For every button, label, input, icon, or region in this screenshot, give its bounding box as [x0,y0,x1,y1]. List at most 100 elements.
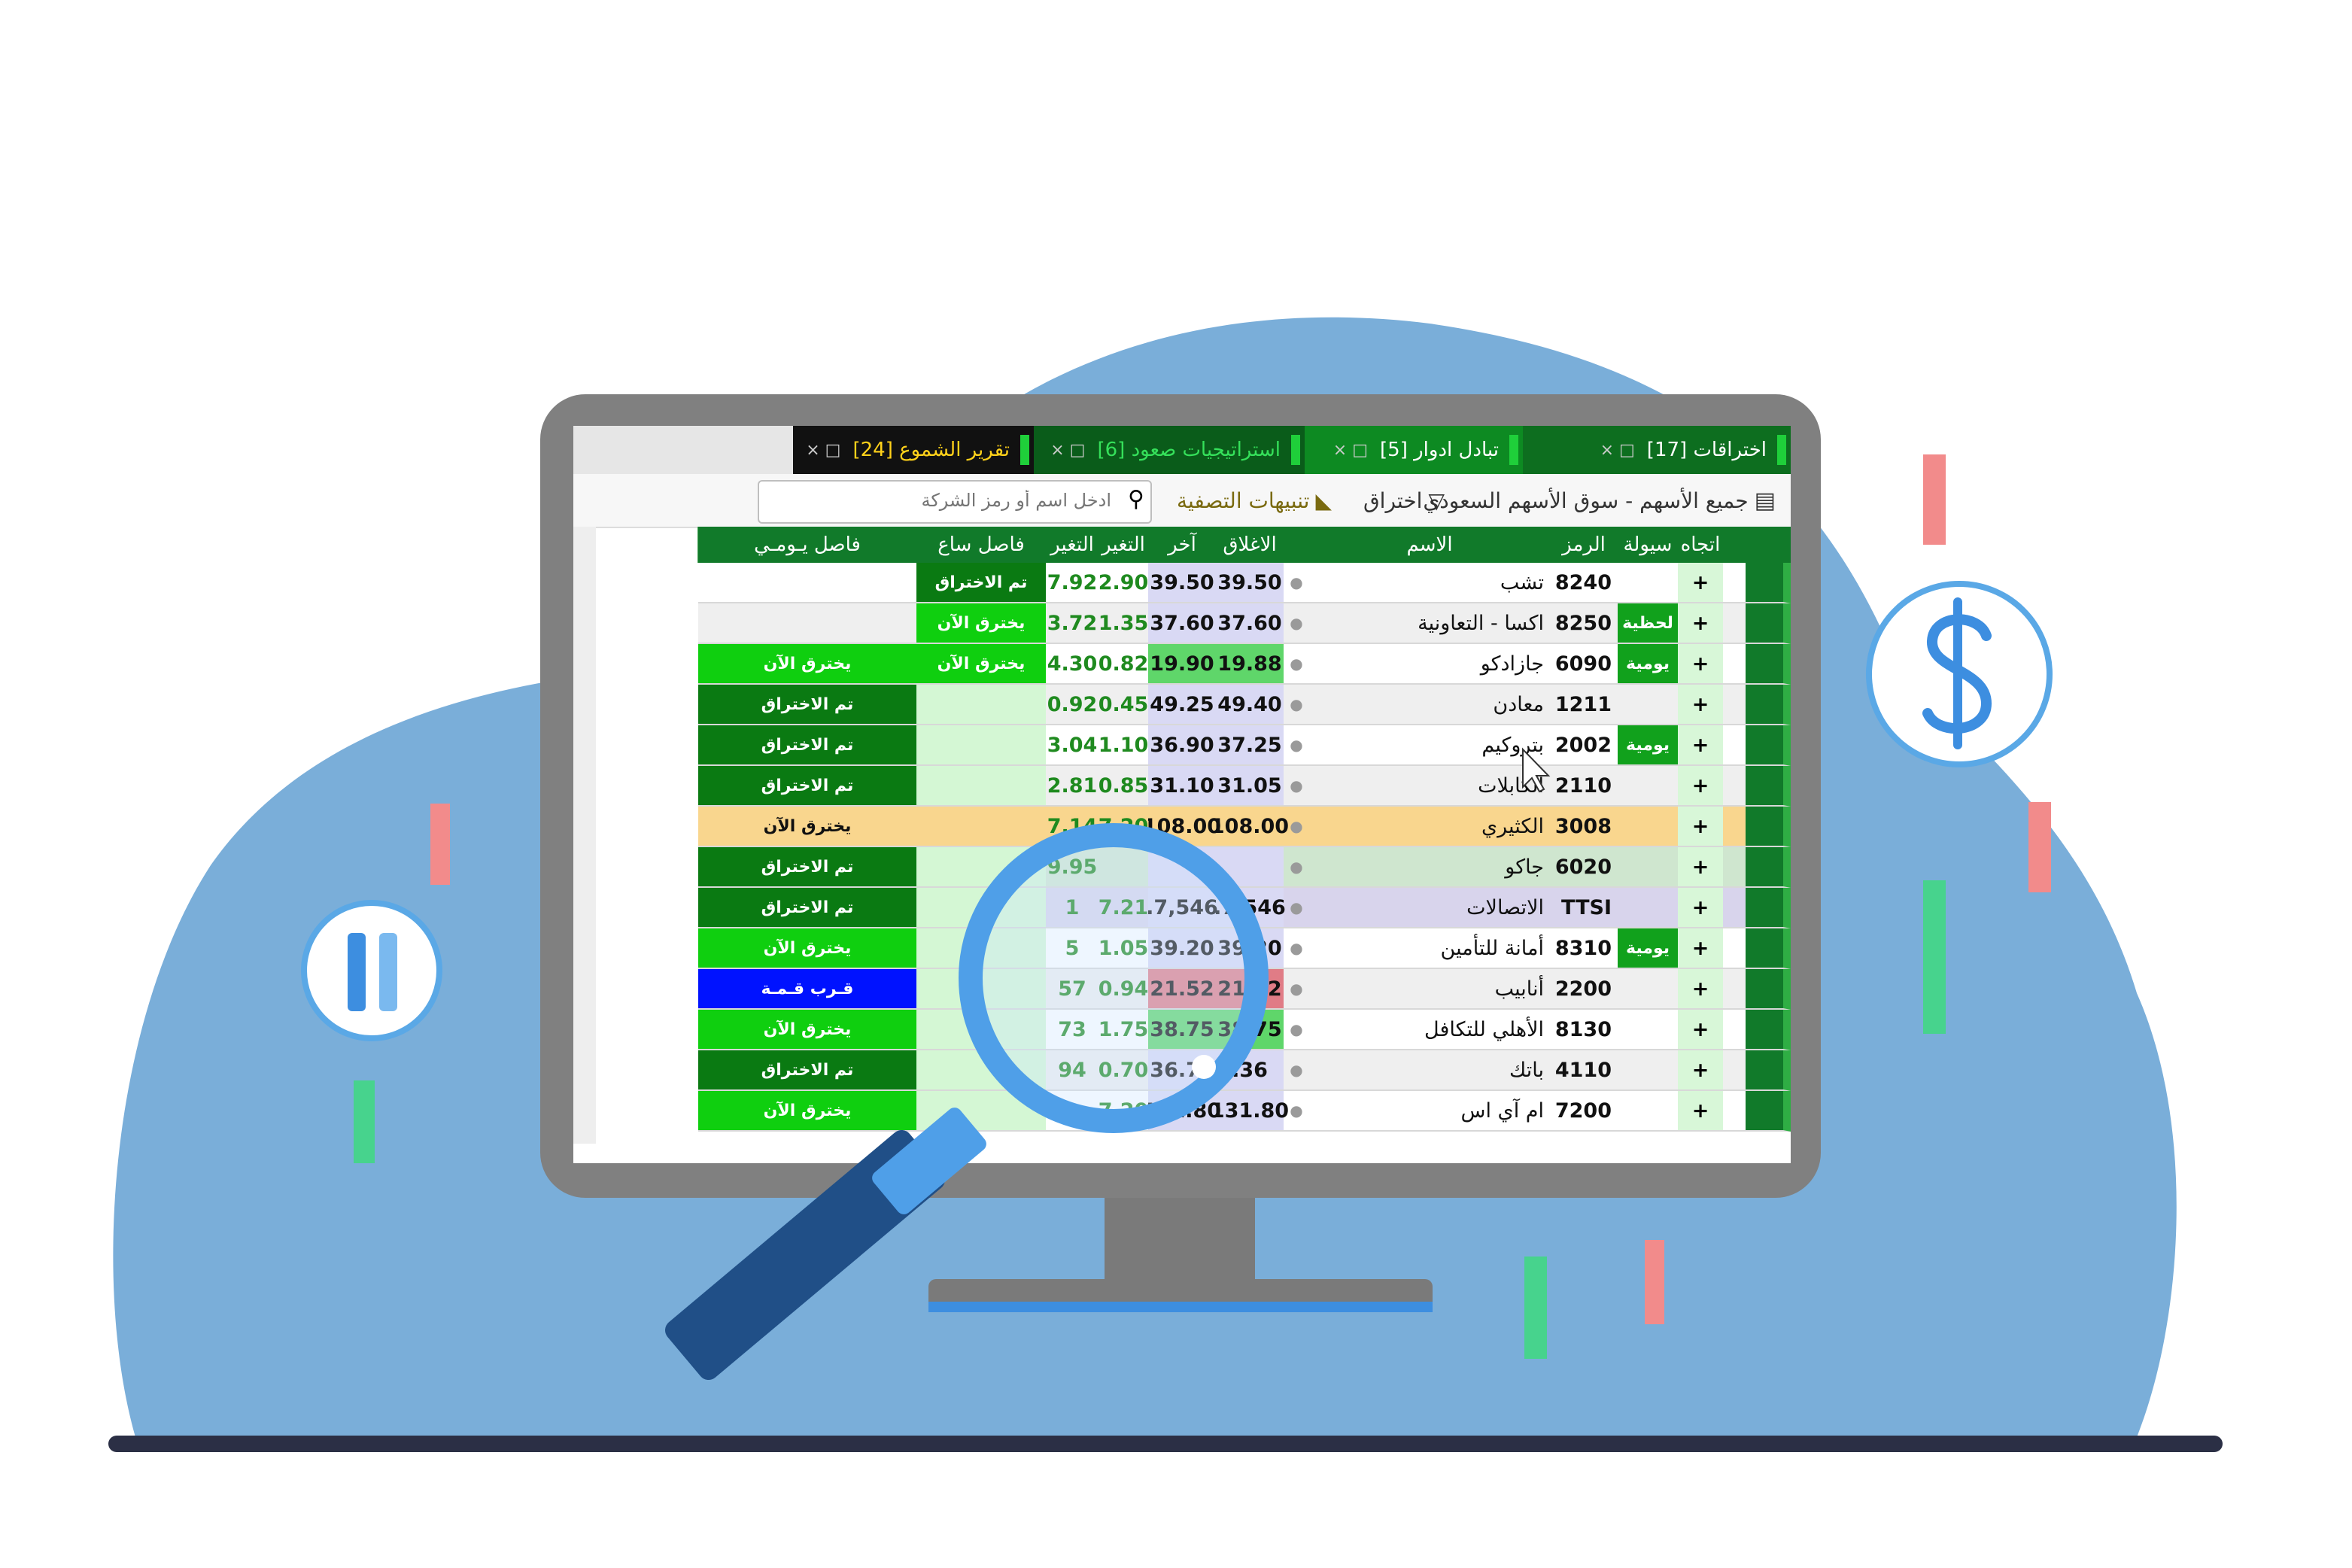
cell-liquidity [1618,1091,1678,1132]
col-header-change[interactable]: التغير [1098,527,1148,563]
cell-hourly-interval: تم الاختراق [916,563,1046,603]
breakout-filter[interactable]: ▽ اختراق [1363,482,1445,519]
liquidation-alerts[interactable]: ◣ تنبيهات التصفية [1177,482,1332,519]
cell-change-pct: 7.14 [1046,807,1099,847]
pin-icon: ● [1284,847,1309,888]
cell-change: 7.20 [1099,807,1148,847]
search-input[interactable] [779,485,1113,516]
vertical-scrollbar[interactable] [573,527,596,1144]
cell-check-col [1723,807,1746,847]
cell-name: اكسا - التعاونية [1309,603,1550,644]
cell-change-pct: 7.92 [1046,563,1099,603]
close-icon[interactable]: □ × [1594,441,1641,460]
cell-daily-interval: تم الاختراق [698,1050,916,1091]
cell-name: بتروكيم [1309,725,1550,766]
cell-change-pct: 94 [1046,1050,1099,1091]
pin-icon: ● [1284,603,1309,644]
tab-breakouts[interactable]: اختراقات [17] □ × [1523,426,1791,474]
cell-liquidity: لحظية [1618,603,1678,644]
cell-liquidity [1618,1050,1678,1091]
cell-flag-col [1746,766,1791,807]
col-header-pin[interactable] [1283,527,1309,563]
table-row[interactable]: + يومية 6090 جازادكو ● 19.88 19.90 0.82 4.30 يختر… [624,644,1791,685]
close-icon[interactable]: □ × [800,441,846,460]
table-row[interactable]: +1211 معادن ● 49.40 49.25 0.45 0.92 تم الاختراق [624,685,1791,725]
cell-check-col [1723,1010,1746,1050]
cell-change: 1.05 [1099,928,1148,969]
col-header-liquidity[interactable]: سيولة [1617,527,1678,563]
candle-red [1923,454,1946,545]
pin-icon: ● [1284,644,1309,685]
cell-change: 0.45 [1099,685,1148,725]
cell-last: 36.90 [1148,725,1216,766]
close-icon[interactable]: □ × [1044,441,1091,460]
cell-name: ام آي اس [1309,1091,1550,1132]
col-header-code[interactable]: الرمز [1549,527,1618,563]
table-row[interactable]: +8130 الأهلي للتكافل ● 38.75 38.75 1.75 73 يختر… [624,1010,1791,1050]
col-header-direction[interactable]: اتجاه [1677,527,1723,563]
cell-last: 49.25 [1148,685,1216,725]
col-header-close[interactable]: الاغلاق [1215,527,1284,563]
cell-daily-interval: تم الاختراق [698,685,916,725]
tab-bar: اختراقات [17] □ × تبادل ادوار [5] □ × اس… [573,426,1791,474]
cell-code: 2110 [1550,766,1618,807]
table-row[interactable]: + يومية 8310 أمانة للتأمين ● 39.20 39.20 1.05 5 ي… [624,928,1791,969]
cell-direction: + [1678,725,1723,766]
cell-code: TTSI [1550,888,1618,928]
col-header-hourly-interval[interactable]: فاصل ساع [916,527,1046,563]
cell-direction: + [1678,847,1723,888]
cell-flag-col [1746,603,1791,644]
col-header-last[interactable]: آخر [1147,527,1216,563]
cell-check-col [1723,888,1746,928]
table-row[interactable]: +4110 باتك ● 36. 36.70 0.70 94 تم الاختراق [624,1050,1791,1091]
tab-label: تقرير الشموع [24] [852,439,1010,461]
pin-icon: ● [1284,685,1309,725]
cell-direction: + [1678,888,1723,928]
col-header-change-pct[interactable]: التغير [1045,527,1099,563]
tab-candles-report[interactable]: تقرير الشموع [24] □ × [793,426,1034,474]
cell-change-pct: 4.30 [1046,644,1099,685]
cell-change-pct: 5 [1046,928,1099,969]
table-row[interactable]: + TTSI الاتصالات ● 7,546. 7,546. 7.21 1 تم الاخت… [624,888,1791,928]
tab-color-marker [1777,435,1786,465]
cell-last: 36.70 [1148,1050,1216,1091]
cell-code: 8310 [1550,928,1618,969]
col-header-name[interactable]: الاسم [1308,527,1550,563]
table-row[interactable]: +2200 أنابيب ● 21.52 21.52 0.94 57 قـرب قـمـة [624,969,1791,1010]
table-row[interactable]: +2110 الكابلات ● 31.05 31.10 0.85 2.81 تم الاخت… [624,766,1791,807]
cell-direction: + [1678,1010,1723,1050]
search-box[interactable]: ⚲ [758,480,1152,524]
tab-up-strategies[interactable]: استراتيجيات صعود [6] □ × [1034,426,1305,474]
cell-hourly-interval [916,725,1046,766]
cell-close: 21.52 [1216,969,1284,1010]
cell-hourly-interval [916,685,1046,725]
col-header-flag-col[interactable] [1745,527,1791,563]
close-icon[interactable]: □ × [1327,441,1374,460]
cell-liquidity [1618,807,1678,847]
cell-check-col [1723,847,1746,888]
cell-last: 131.80 [1143,1091,1221,1132]
cell-code: 3008 [1550,807,1618,847]
cell-name: الكابلات [1309,766,1550,807]
cell-daily-interval: قـرب قـمـة [698,969,916,1010]
table-row[interactable]: + يومية 2002 بتروكيم ● 37.25 36.90 1.10 3.04 تم ا… [624,725,1791,766]
cell-close: 37.60 [1216,603,1284,644]
table-row[interactable]: +6020 جاكو ● 9.95 تم الاختراق [624,847,1791,888]
table-row[interactable]: +8240 تشب ● 39.50 39.50 2.90 7.92 تم الاختراق [624,563,1791,603]
tab-role-swap[interactable]: تبادل ادوار [5] □ × [1305,426,1523,474]
search-icon[interactable]: ⚲ [1128,486,1144,512]
col-header-daily-interval[interactable]: فاصل يـومـي [697,527,916,563]
col-header-check-col[interactable] [1722,527,1746,563]
cell-name: تشب [1309,563,1550,603]
cell-direction: + [1678,603,1723,644]
cell-close: 19.88 [1216,644,1284,685]
cell-change: 7.20 [1099,1091,1148,1132]
cell-change-pct: 3.04 [1046,725,1099,766]
table-row[interactable]: +3008 الكثيري ● 108.00 108.00 7.20 7.14 يخترق ا… [624,807,1791,847]
cell-direction: + [1678,1091,1723,1132]
cell-check-col [1723,563,1746,603]
table-row[interactable]: + لحظية 8250 اكسا - التعاونية ● 37.60 37.60 1.3… [624,603,1791,644]
table-row[interactable]: +7200 ام آي اس ● 131.80 131.80 7.20 يخترق الآن [624,1091,1791,1132]
market-selector[interactable]: ▤ جميع الأسهم - سوق الأسهم السعودي [1423,482,1776,519]
cell-code: 7200 [1550,1091,1618,1132]
